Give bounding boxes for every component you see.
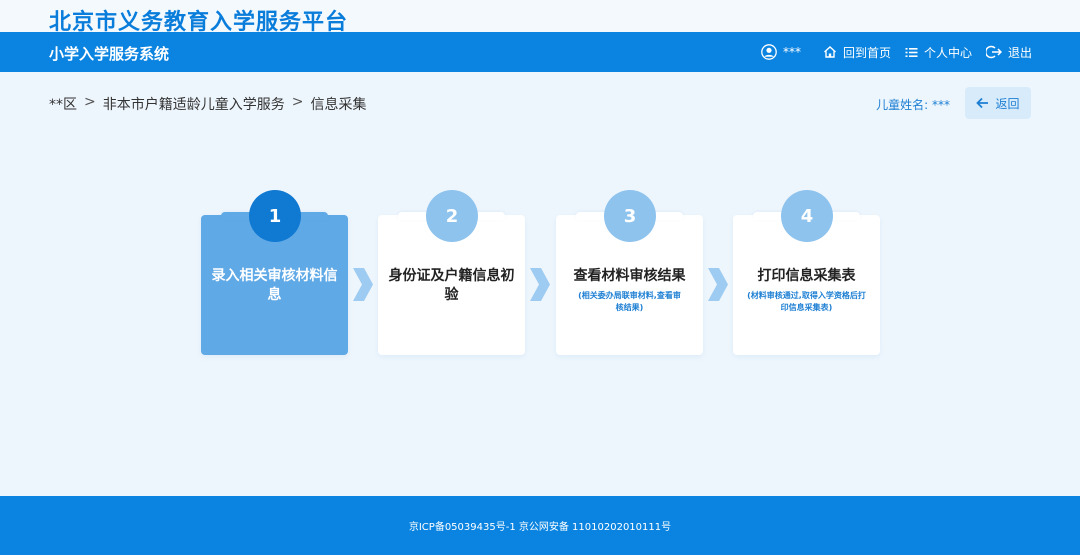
back-label: 返回 — [995, 96, 1020, 111]
personal-label: 个人中心 — [923, 45, 972, 60]
breadcrumb: **区 > 非本市户籍适龄儿童入学服务 > 信息采集 — [49, 94, 366, 114]
home-icon — [823, 46, 836, 58]
nav-right: *** 回到首页 个人中心 退出 — [761, 32, 1032, 72]
step-number-1: 1 — [249, 190, 301, 242]
back-button[interactable]: 返回 — [965, 87, 1031, 119]
step-number-2: 2 — [426, 190, 478, 242]
chevron-right-icon — [353, 268, 373, 301]
step-subtitle-4: (材料审核通过,取得入学资格后打印信息采集表) — [747, 291, 866, 312]
home-label: 回到首页 — [842, 45, 891, 60]
footer-text: 京ICP备05039435号-1 京公网安备 11010202010111号 — [408, 522, 672, 533]
chevron-right-icon — [530, 268, 550, 301]
chevron-right-icon — [708, 268, 728, 301]
user-avatar-icon — [761, 44, 777, 60]
child-name-label: 儿童姓名: *** — [876, 98, 950, 112]
logout-label: 退出 — [1007, 45, 1032, 60]
step-title-4: 打印信息采集表 — [757, 268, 856, 284]
footer: 京ICP备05039435号-1 京公网安备 11010202010111号 — [0, 496, 1080, 555]
breadcrumb-item-district[interactable]: **区 — [49, 94, 77, 114]
breadcrumb-separator: > — [84, 94, 96, 110]
step-subtitle-3: (相关委办局联审材料,查看审核结果) — [578, 291, 681, 312]
breadcrumb-separator: > — [291, 94, 304, 110]
step-card-4[interactable]: 4 打印信息采集表 (材料审核通过,取得入学资格后打印信息采集表) — [733, 190, 880, 355]
breadcrumb-item-current: 信息采集 — [310, 97, 367, 113]
step-title-2: 身份证及户籍信息初验 — [388, 268, 515, 303]
step-card-1[interactable]: 1 录入相关审核材料信息 — [201, 190, 348, 355]
step-number-3: 3 — [604, 190, 656, 242]
logout-link[interactable]: 退出 — [985, 44, 1032, 61]
arrow-left-icon — [976, 97, 989, 109]
system-name: 小学入学服务系统 — [49, 45, 170, 63]
breadcrumb-item-service[interactable]: 非本市户籍适龄儿童入学服务 — [103, 94, 285, 114]
home-link[interactable]: 回到首页 — [823, 44, 891, 61]
step-card-3[interactable]: 3 查看材料审核结果 (相关委办局联审材料,查看审核结果) — [556, 190, 703, 355]
navbar: 小学入学服务系统 *** 回到首页 个人中心 退出 — [0, 32, 1080, 72]
logout-icon — [985, 45, 1002, 59]
step-card-2[interactable]: 2 身份证及户籍信息初验 — [378, 190, 525, 355]
user-name: *** — [782, 45, 801, 59]
list-icon — [905, 47, 918, 57]
step-title-1: 录入相关审核材料信息 — [211, 268, 338, 303]
personal-center-link[interactable]: 个人中心 — [905, 44, 972, 61]
step-title-3: 查看材料审核结果 — [573, 268, 686, 284]
step-number-4: 4 — [781, 190, 833, 242]
top-banner: 北京市义务教育入学服务平台 — [0, 0, 1080, 35]
user-menu[interactable]: *** — [761, 44, 801, 60]
